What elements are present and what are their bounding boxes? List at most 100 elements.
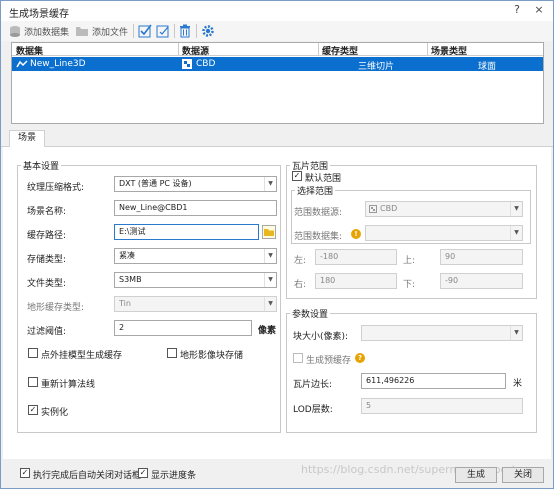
terrain-cache-type-select[interactable]: Tin ▼	[114, 296, 277, 312]
pregen-cache-checkbox[interactable]	[293, 353, 303, 363]
default-range-checkbox[interactable]: ✓	[292, 171, 302, 181]
top-label: 上:	[403, 256, 416, 266]
cell-scene-type[interactable]: 球面	[478, 59, 496, 72]
file-type-label: 文件类型:	[27, 279, 67, 289]
point-model-label: 点外挂模型生成缓存	[41, 351, 123, 361]
texture-format-value: DXT (普通 PC 设备)	[119, 179, 192, 188]
folder-icon	[76, 27, 88, 36]
chevron-down-icon: ▼	[264, 249, 276, 263]
range-datasource-value: CBD	[380, 204, 398, 213]
close-button[interactable]: 关闭	[502, 467, 544, 483]
auto-close-label: 执行完成后自动关闭对话框	[33, 471, 142, 481]
cell-datasource: CBD	[196, 59, 216, 69]
pregen-cache-label: 生成预缓存	[306, 356, 352, 366]
line3d-dataset-icon	[16, 60, 28, 68]
bottom-input[interactable]: -90	[440, 273, 523, 289]
tile-edge-input[interactable]: 611,496226	[361, 373, 506, 389]
instance-label: 实例化	[41, 408, 69, 418]
select-range-title: 选择范围	[295, 184, 336, 197]
texture-format-select[interactable]: DXT (普通 PC 设备) ▼	[114, 176, 277, 192]
left-input[interactable]: -180	[315, 249, 397, 265]
add-dataset-label: 添加数据集	[24, 27, 70, 38]
terrain-image-checkbox[interactable]	[167, 348, 177, 358]
warning-icon: !	[351, 229, 361, 239]
trash-icon	[180, 24, 190, 38]
file-type-select[interactable]: S3MB ▼	[114, 272, 277, 288]
basic-settings-title: 基本设置	[21, 159, 62, 172]
range-datasource-select[interactable]: CBD ▼	[365, 201, 523, 217]
recompute-normal-label: 重新计算法线	[41, 380, 96, 390]
datasource-icon	[182, 59, 192, 69]
default-range-label: 默认范围	[305, 174, 342, 184]
filter-threshold-unit: 像素	[258, 326, 277, 336]
delete-button[interactable]	[179, 24, 191, 38]
auto-close-checkbox[interactable]: ✓	[20, 468, 30, 478]
instance-checkbox[interactable]: ✓	[28, 405, 38, 415]
toolbar: 添加数据集 添加文件	[1, 21, 553, 41]
tile-edge-label: 瓦片边长:	[293, 380, 333, 390]
table-row[interactable]: New_Line3D CBD 三维切片 球面	[12, 57, 543, 72]
block-size-select[interactable]: ▼	[361, 325, 523, 341]
column-divider	[318, 43, 319, 56]
storage-type-label: 存储类型:	[27, 255, 67, 265]
block-size-label: 块大小(像素):	[293, 332, 349, 342]
cache-path-label: 缓存路径:	[27, 231, 67, 241]
add-dataset-button[interactable]: 添加数据集	[9, 24, 69, 38]
point-model-checkbox[interactable]	[28, 348, 38, 358]
select-all-icon	[138, 24, 152, 38]
dataset-table[interactable]: 数据集 数据源 缓存类型 场景类型 New_Line3D CBD 三维切片 球面	[11, 42, 544, 124]
scene-panel: 基本设置 纹理压缩格式: DXT (普通 PC 设备) ▼ 场景名称: New_L…	[3, 147, 551, 459]
help-button[interactable]: ?	[509, 3, 525, 17]
toolbar-separator	[174, 24, 175, 38]
invert-select-button[interactable]	[156, 24, 170, 38]
tab-scene[interactable]: 场景	[9, 130, 45, 147]
browse-folder-button[interactable]	[262, 225, 276, 239]
tile-edge-unit: 米	[513, 379, 523, 389]
lod-input[interactable]: 5	[361, 398, 523, 414]
chevron-down-icon: ▼	[264, 273, 276, 287]
invert-select-icon	[156, 25, 169, 38]
range-dataset-label: 范围数据集:	[294, 232, 343, 242]
chevron-down-icon: ▼	[510, 202, 522, 216]
storage-type-value: 紧凑	[119, 251, 135, 260]
filter-threshold-input[interactable]: 2	[114, 320, 252, 336]
lod-label: LOD层数:	[293, 405, 333, 415]
chevron-down-icon: ▼	[264, 297, 276, 311]
show-progress-checkbox[interactable]: ✓	[138, 468, 148, 478]
show-progress-label: 显示进度条	[151, 471, 197, 481]
settings-button[interactable]	[201, 24, 215, 38]
scene-name-label: 场景名称:	[27, 207, 67, 217]
column-divider	[427, 43, 428, 56]
database-icon	[10, 26, 20, 37]
header-dataset[interactable]: 数据集	[16, 44, 43, 57]
add-file-label: 添加文件	[92, 27, 129, 38]
toolbar-separator	[196, 24, 197, 38]
add-file-button[interactable]: 添加文件	[75, 24, 128, 38]
table-header: 数据集 数据源 缓存类型 场景类型	[12, 43, 543, 57]
chevron-down-icon: ▼	[264, 177, 276, 191]
column-divider	[178, 43, 179, 56]
range-datasource-label: 范围数据源:	[294, 208, 343, 218]
header-scene-type[interactable]: 场景类型	[431, 44, 467, 57]
cell-cache-type[interactable]: 三维切片	[358, 59, 394, 72]
help-icon[interactable]: ?	[355, 353, 365, 363]
top-input[interactable]: 90	[440, 249, 523, 265]
terrain-cache-type-label: 地形缓存类型:	[27, 303, 85, 313]
generate-button[interactable]: 生成	[455, 467, 497, 483]
header-cache-type[interactable]: 缓存类型	[322, 44, 358, 57]
cache-path-input[interactable]: E:\测试	[114, 224, 259, 240]
storage-type-select[interactable]: 紧凑 ▼	[114, 248, 277, 264]
toolbar-separator	[133, 24, 134, 38]
dialog-window: 生成场景缓存 ? × 添加数据集 添加文件 数据集 数据源 缓存类型 场景类型 …	[0, 0, 554, 489]
range-dataset-select[interactable]: ▼	[365, 225, 523, 241]
gear-icon	[202, 25, 214, 37]
chevron-down-icon: ▼	[510, 326, 522, 340]
select-all-button[interactable]	[138, 24, 152, 38]
tab-bar: 场景	[1, 129, 553, 147]
right-input[interactable]: 180	[315, 273, 397, 289]
scene-name-input[interactable]: New_Line@CBD1	[114, 200, 277, 216]
left-label: 左:	[294, 256, 307, 266]
close-window-button[interactable]: ×	[531, 3, 547, 17]
header-datasource[interactable]: 数据源	[182, 44, 209, 57]
recompute-normal-checkbox[interactable]	[28, 377, 38, 387]
